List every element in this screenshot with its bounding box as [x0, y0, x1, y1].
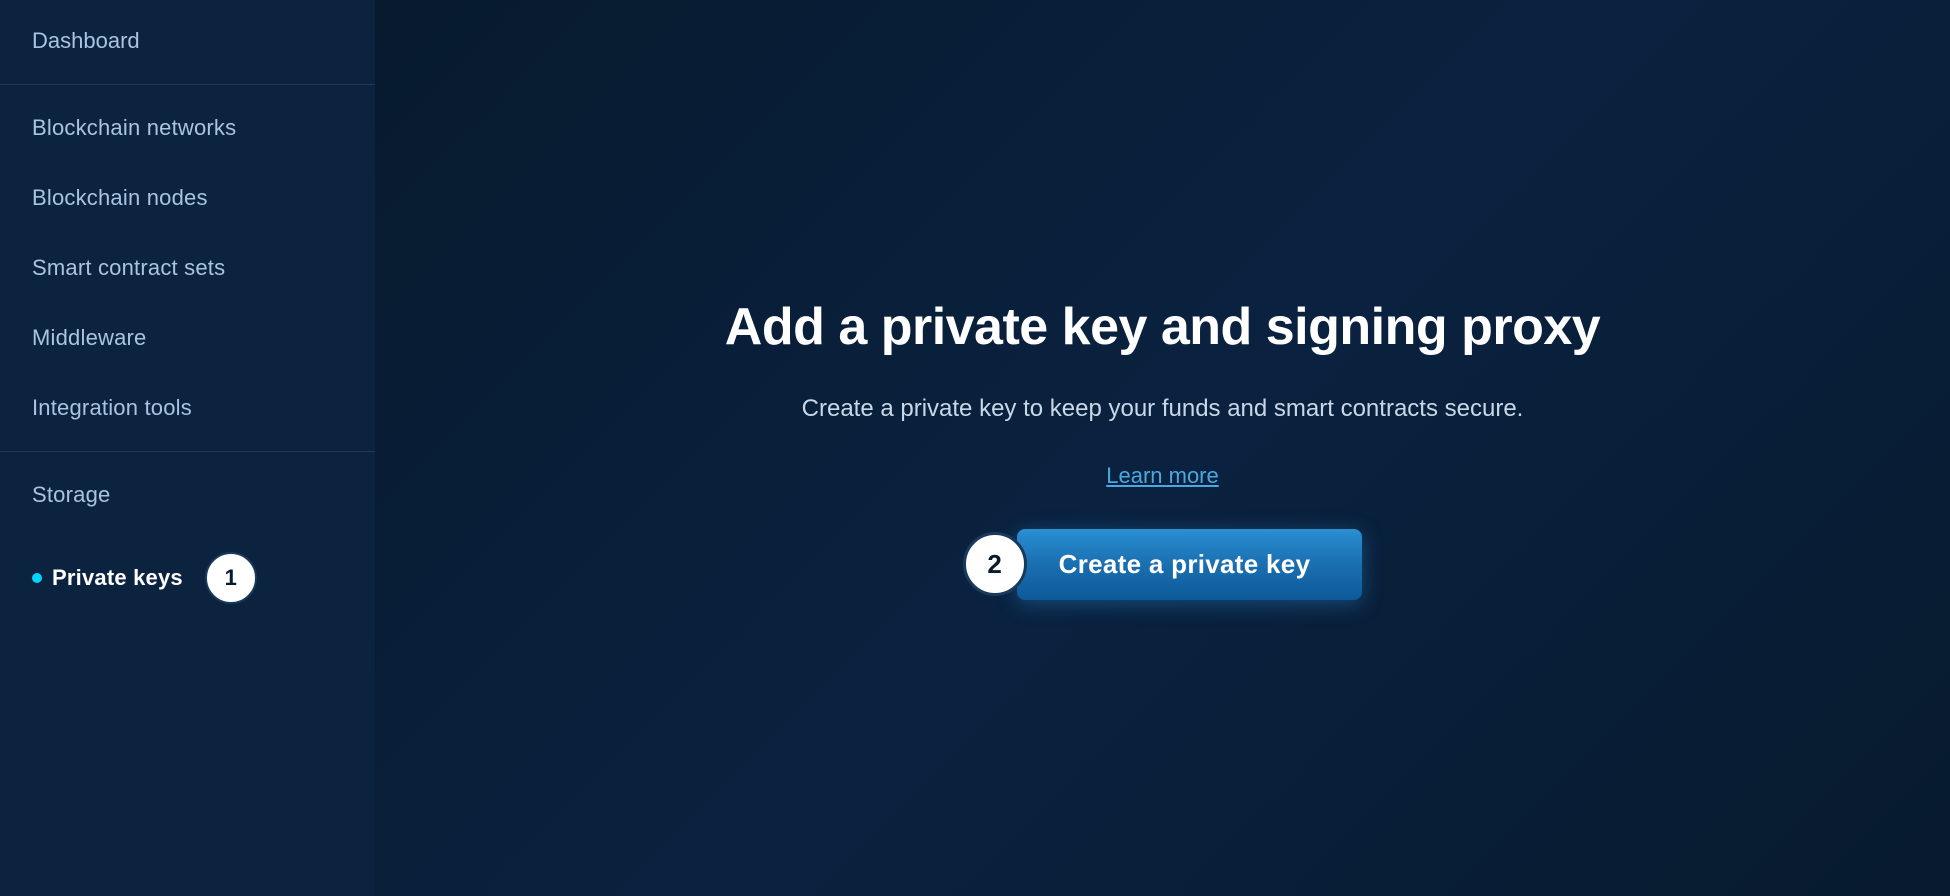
sidebar-item-dashboard[interactable]: Dashboard: [0, 0, 375, 76]
create-private-key-button[interactable]: Create a private key: [1017, 529, 1363, 600]
main-content: Add a private key and signing proxy Crea…: [375, 0, 1950, 896]
sidebar-item-private-keys[interactable]: Private keys 1: [0, 530, 375, 626]
sidebar-item-integration-tools[interactable]: Integration tools: [0, 373, 375, 443]
sidebar-item-blockchain-nodes[interactable]: Blockchain nodes: [0, 163, 375, 233]
page-title: Add a private key and signing proxy: [725, 296, 1600, 358]
sidebar-item-blockchain-networks[interactable]: Blockchain networks: [0, 93, 375, 163]
main-inner: Add a private key and signing proxy Crea…: [725, 296, 1600, 599]
sidebar-item-middleware[interactable]: Middleware: [0, 303, 375, 373]
step-badge-1: 1: [205, 552, 257, 604]
sidebar-item-storage[interactable]: Storage: [0, 460, 375, 530]
create-btn-wrapper: 2 Create a private key: [963, 529, 1363, 600]
step-badge-2: 2: [963, 532, 1027, 596]
sidebar-divider-top: [0, 84, 375, 85]
active-dot-indicator: [32, 573, 42, 583]
sidebar-divider-bottom: [0, 451, 375, 452]
sidebar-item-smart-contract-sets[interactable]: Smart contract sets: [0, 233, 375, 303]
page-subtitle: Create a private key to keep your funds …: [802, 391, 1524, 427]
private-keys-label: Private keys: [52, 565, 183, 591]
sidebar: Dashboard Blockchain networks Blockchain…: [0, 0, 375, 896]
learn-more-link[interactable]: Learn more: [1106, 463, 1219, 489]
